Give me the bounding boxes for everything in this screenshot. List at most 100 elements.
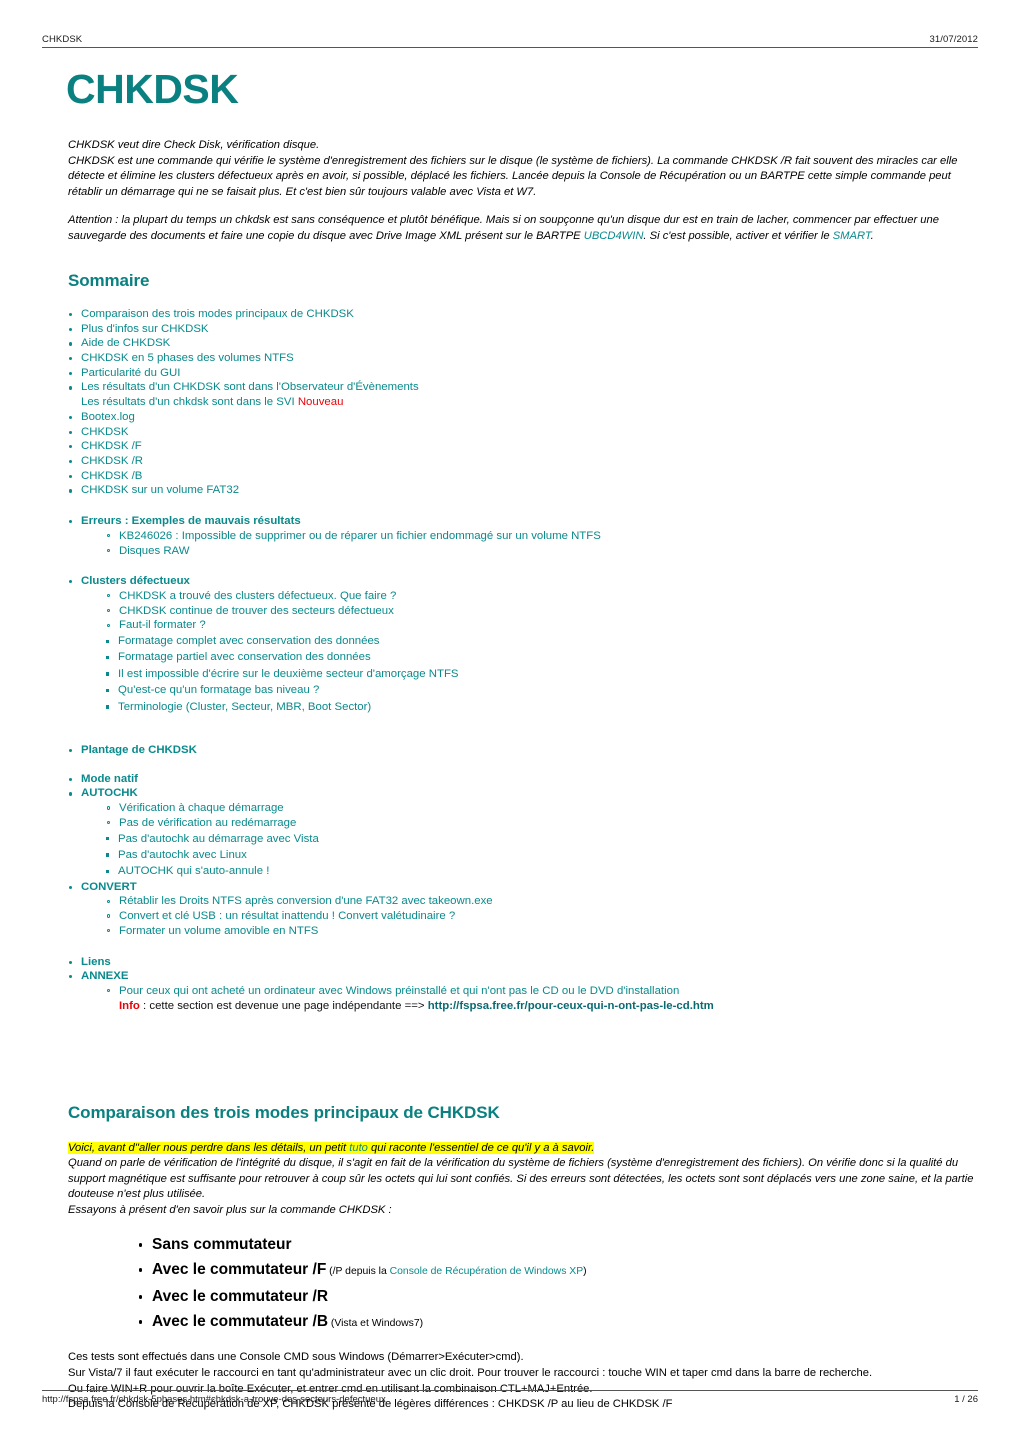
toc-item-svi[interactable]: Les résultats d'un chkdsk sont dans le S… (68, 395, 976, 410)
toc-label: ANNEXE (81, 970, 129, 983)
toc-item-formater-amovible[interactable]: Formater un volume amovible en NTFS (106, 924, 976, 939)
page-title: CHKDSK (66, 66, 239, 112)
toc-item-autochk[interactable]: AUTOCHK (68, 786, 976, 801)
console-recuperation-xp-link[interactable]: Console de Récupération de Windows XP (390, 1266, 584, 1277)
toc-item-disques-raw[interactable]: Disques RAW (106, 544, 976, 559)
sommaire-autochk-grandchildren: Pas d'autochk au démarrage avec Vista Pa… (68, 831, 976, 880)
toc-item-bas-niveau[interactable]: Qu'est-ce qu'un formatage bas niveau ? (105, 682, 976, 698)
toc-item-erreurs[interactable]: Erreurs : Exemples de mauvais résultats (68, 514, 976, 529)
running-header: CHKDSK 31/07/2012 (42, 34, 978, 48)
sommaire-plantage-group: Plantage de CHKDSK (68, 743, 976, 758)
toc-item-formatage-complet[interactable]: Formatage complet avec conservation des … (105, 633, 976, 649)
toc-label: Il est impossible d'écrire sur le deuxiè… (118, 667, 459, 680)
commutateur-label: Sans commutateur (152, 1236, 292, 1254)
toc-item-clusters[interactable]: Clusters défectueux (68, 574, 976, 589)
smart-link[interactable]: SMART (833, 230, 871, 242)
toc-item-chkdsk-r[interactable]: CHKDSK /R (68, 454, 976, 469)
toc-item-mode-natif[interactable]: Mode natif (68, 772, 976, 787)
toc-item-clusters-quefaire[interactable]: CHKDSK a trouvé des clusters défectueux.… (106, 589, 976, 604)
sommaire-clusters-children: CHKDSK a trouvé des clusters défectueux.… (68, 589, 976, 633)
toc-item-convert-cle-usb[interactable]: Convert et clé USB : un résultat inatten… (106, 909, 976, 924)
comparaison-paragraph: Quand on parle de vérification de l'inté… (68, 1156, 976, 1218)
toc-label: Comparaison des trois modes principaux d… (81, 307, 354, 320)
toc-item-convert[interactable]: CONVERT (68, 880, 976, 895)
sommaire-clusters-group: Clusters défectueux (68, 574, 976, 589)
sommaire-erreurs-group: Erreurs : Exemples de mauvais résultats (68, 514, 976, 529)
commutateur-list: Sans commutateur Avec le commutateur /F … (68, 1232, 976, 1336)
toc-item-liens[interactable]: Liens (68, 955, 976, 970)
toc-item-gui[interactable]: Particularité du GUI (68, 366, 976, 381)
toc-label: AUTOCHK qui s'auto-annule ! (118, 865, 270, 878)
comparaison-para-text: Quand on parle de vérification de l'inté… (68, 1157, 974, 1201)
sommaire-autochk-children: Vérification à chaque démarrage Pas de v… (68, 801, 976, 830)
attention-text-b: . Si c'est possible, activer et vérifier… (643, 229, 833, 242)
highlight-text-b: qui raconte l'essentiel de ce qu'il y a … (367, 1141, 595, 1154)
toc-item-deuxieme-secteur[interactable]: Il est impossible d'écrire sur le deuxiè… (105, 666, 976, 682)
highlight-text-a: Voici, avant d''aller nous perdre dans l… (68, 1141, 350, 1154)
toc-label: CHKDSK continue de trouver des secteurs … (119, 604, 394, 617)
toc-item-chkdsk[interactable]: CHKDSK (68, 425, 976, 440)
ubcd4win-link[interactable]: UBCD4WIN (584, 230, 644, 242)
toc-label: Formater un volume amovible en NTFS (119, 924, 319, 937)
sommaire-annexe-children: Pour ceux qui ont acheté un ordinateur a… (68, 984, 976, 1013)
toc-item-terminologie[interactable]: Terminologie (Cluster, Secteur, MBR, Boo… (105, 699, 976, 715)
toc-item-5phases[interactable]: CHKDSK en 5 phases des volumes NTFS (68, 351, 976, 366)
toc-label: Disques RAW (119, 544, 190, 557)
comparaison-highlight-line: Voici, avant d''aller nous perdre dans l… (68, 1138, 976, 1156)
sommaire-convert-group: CONVERT (68, 880, 976, 895)
commutateur-item-f[interactable]: Avec le commutateur /F (/P depuis la Con… (138, 1257, 976, 1284)
toc-item-chkdsk-b[interactable]: CHKDSK /B (68, 469, 976, 484)
document-page: CHKDSK 31/07/2012 CHKDSK CHKDSK veut dir… (0, 0, 1020, 1443)
toc-label: Pas d'autochk au démarrage avec Vista (118, 832, 319, 845)
toc-item-formatage-partiel[interactable]: Formatage partiel avec conservation des … (105, 649, 976, 665)
toc-item-fat32[interactable]: CHKDSK sur un volume FAT32 (68, 483, 976, 498)
toc-label: KB246026 : Impossible de supprimer ou de… (119, 529, 601, 542)
toc-item-pas-autochk-vista[interactable]: Pas d'autochk au démarrage avec Vista (105, 831, 976, 847)
sommaire-annexe-group: Liens ANNEXE (68, 955, 976, 984)
toc-item-aide[interactable]: Aide de CHKDSK (68, 336, 976, 351)
toc-label: Vérification à chaque démarrage (119, 802, 284, 815)
toc-item-autochk-auto-annule[interactable]: AUTOCHK qui s'auto-annule ! (105, 863, 976, 879)
toc-item-kb246026[interactable]: KB246026 : Impossible de supprimer ou de… (106, 529, 976, 544)
toc-label: AUTOCHK (81, 787, 138, 800)
commutateur-item-r[interactable]: Avec le commutateur /R (138, 1284, 976, 1309)
toc-label: CHKDSK en 5 phases des volumes NTFS (81, 352, 294, 365)
toc-item-comparaison[interactable]: Comparaison des trois modes principaux d… (68, 307, 976, 322)
toc-label: Les résultats d'un CHKDSK sont dans l'Ob… (81, 381, 419, 394)
intro-paragraph: CHKDSK veut dire Check Disk, vérificatio… (68, 138, 976, 200)
commutateur-label: Avec le commutateur /R (152, 1288, 329, 1306)
toc-item-plantage[interactable]: Plantage de CHKDSK (68, 743, 976, 758)
toc-label: Pas de vérification au redémarrage (119, 816, 297, 829)
toc-item-info-line: Info : cette section est devenue une pag… (106, 999, 976, 1014)
footer-page-number: 1 / 26 (954, 1394, 978, 1405)
toc-item-pas-autochk-linux[interactable]: Pas d'autochk avec Linux (105, 847, 976, 863)
toc-item-secteurs-defectueux[interactable]: CHKDSK continue de trouver des secteurs … (106, 604, 976, 619)
toc-label: Les résultats d'un chkdsk sont dans le S… (81, 396, 298, 409)
toc-label: Terminologie (Cluster, Secteur, MBR, Boo… (118, 700, 372, 713)
toc-item-retablir-droits[interactable]: Rétablir les Droits NTFS après conversio… (106, 894, 976, 909)
toc-label: Aide de CHKDSK (81, 337, 171, 350)
toc-item-annexe[interactable]: ANNEXE (68, 969, 976, 984)
comparaison-para2-text: Essayons à présent d'en savoir plus sur … (68, 1203, 392, 1216)
commutateur-item-sans[interactable]: Sans commutateur (138, 1232, 976, 1257)
toc-item-observateur[interactable]: Les résultats d'un CHKDSK sont dans l'Ob… (68, 380, 976, 395)
toc-label: Pour ceux qui ont acheté un ordinateur a… (119, 985, 680, 997)
sommaire-convert-children: Rétablir les Droits NTFS après conversio… (68, 894, 976, 938)
toc-item-pour-ceux-qui[interactable]: Pour ceux qui ont acheté un ordinateur a… (106, 984, 976, 999)
tuto-link[interactable]: tuto (349, 1142, 368, 1154)
toc-item-bootexlog[interactable]: Bootex.log (68, 410, 976, 425)
toc-label: CHKDSK /B (81, 469, 143, 482)
toc-label: Faut-il formater ? (119, 619, 206, 632)
toc-item-pas-de-verif[interactable]: Pas de vérification au redémarrage (106, 816, 976, 831)
toc-item-faut-il-formater[interactable]: Faut-il formater ? (106, 618, 976, 633)
commutateur-item-b[interactable]: Avec le commutateur /B (Vista et Windows… (138, 1309, 976, 1336)
commutateur-note: (Vista et Windows7) (328, 1318, 424, 1330)
toc-item-plus-infos[interactable]: Plus d'infos sur CHKDSK (68, 322, 976, 337)
pour-ceux-qui-n-ont-pas-le-cd-link[interactable]: http://fspsa.free.fr/pour-ceux-qui-n-ont… (428, 1000, 714, 1012)
toc-label: Plantage de CHKDSK (81, 744, 197, 757)
toc-item-chkdsk-f[interactable]: CHKDSK /F (68, 439, 976, 454)
toc-item-verif-chaque-demarrage[interactable]: Vérification à chaque démarrage (106, 801, 976, 816)
toc-label: Qu'est-ce qu'un formatage bas niveau ? (118, 684, 320, 697)
toc-label: Formatage partiel avec conservation des … (118, 651, 371, 664)
toc-label: CHKDSK a trouvé des clusters défectueux.… (119, 589, 397, 602)
